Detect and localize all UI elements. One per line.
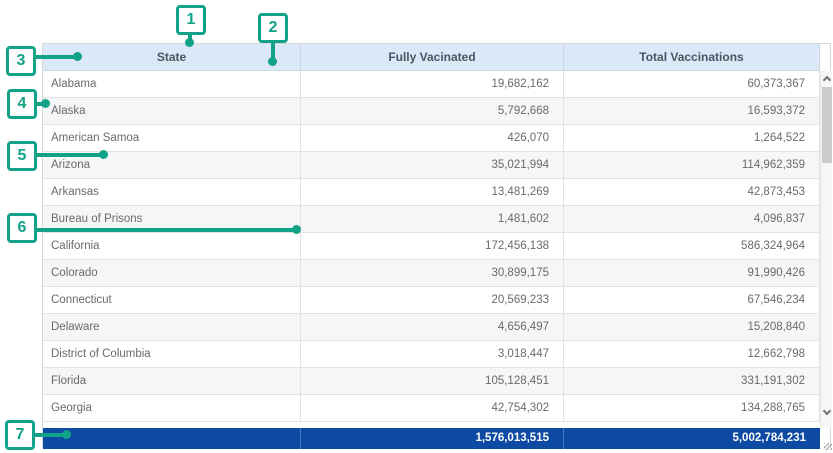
cell-fully-vacinated: 5,792,668: [301, 98, 564, 124]
callout-6: 6: [7, 213, 37, 243]
cell-fully-vacinated: 19,682,162: [301, 71, 564, 97]
table-total-row: 1,576,013,515 5,002,784,231: [43, 428, 820, 449]
callout-2-dot: [268, 57, 277, 66]
cell-total-vaccinations: 67,546,234: [564, 287, 820, 313]
cell-state: Alabama: [43, 71, 301, 97]
table-row[interactable]: Arkansas 13,481,269 42,873,453: [43, 179, 820, 206]
app-canvas: State Fully Vacinated Total Vaccinations…: [0, 0, 833, 453]
cell-fully-vacinated: 20,569,233: [301, 287, 564, 313]
callout-1: 1: [176, 5, 206, 35]
cell-fully-vacinated: 13,481,269: [301, 179, 564, 205]
cell-state: District of Columbia: [43, 341, 301, 367]
table-row[interactable]: Georgia 42,754,302 134,288,765: [43, 395, 820, 422]
callout-7: 7: [5, 420, 35, 450]
cell-fully-vacinated: 1,481,602: [301, 206, 564, 232]
callout-4-dot: [41, 99, 50, 108]
cell-state: Alaska: [43, 98, 301, 124]
cell-total-vaccinations: 12,662,798: [564, 341, 820, 367]
cell-fully-vacinated: 42,754,302: [301, 395, 564, 421]
cell-state: Colorado: [43, 260, 301, 286]
column-header-total-vaccinations[interactable]: Total Vaccinations: [564, 44, 820, 71]
callout-4: 4: [7, 89, 37, 119]
cell-total-vaccinations: 16,593,372: [564, 98, 820, 124]
table-header-row: State Fully Vacinated Total Vaccinations: [43, 44, 820, 71]
callout-5-connector: [35, 153, 101, 157]
cell-fully-vacinated: 426,070: [301, 125, 564, 151]
callout-7-connector: [33, 433, 64, 437]
resize-grip-icon[interactable]: [824, 443, 832, 450]
total-cell-fully-vacinated: 1,576,013,515: [301, 428, 564, 449]
scroll-up-icon[interactable]: [823, 76, 831, 84]
cell-fully-vacinated: 4,656,497: [301, 314, 564, 340]
callout-6-dot: [292, 225, 301, 234]
cell-fully-vacinated: 35,021,994: [301, 152, 564, 178]
cell-total-vaccinations: 134,288,765: [564, 395, 820, 421]
table-row[interactable]: Arizona 35,021,994 114,962,359: [43, 152, 820, 179]
cell-total-vaccinations: 91,990,426: [564, 260, 820, 286]
callout-5-dot: [99, 150, 108, 159]
cell-total-vaccinations: 15,208,840: [564, 314, 820, 340]
callout-3-connector: [34, 55, 76, 59]
cell-total-vaccinations: 60,373,367: [564, 71, 820, 97]
callout-3-dot: [73, 52, 82, 61]
cell-state: Florida: [43, 368, 301, 394]
table-row[interactable]: American Samoa 426,070 1,264,522: [43, 125, 820, 152]
cell-total-vaccinations: 4,096,837: [564, 206, 820, 232]
cell-fully-vacinated: 30,899,175: [301, 260, 564, 286]
callout-7-dot: [62, 430, 71, 439]
table-row[interactable]: District of Columbia 3,018,447 12,662,79…: [43, 341, 820, 368]
cell-state: Georgia: [43, 395, 301, 421]
callout-5: 5: [7, 141, 37, 171]
cell-state: American Samoa: [43, 125, 301, 151]
cell-fully-vacinated: 172,456,138: [301, 233, 564, 259]
callout-1-dot: [185, 38, 194, 47]
table-row[interactable]: Delaware 4,656,497 15,208,840: [43, 314, 820, 341]
cell-total-vaccinations: 331,191,302: [564, 368, 820, 394]
data-table: State Fully Vacinated Total Vaccinations…: [42, 43, 831, 448]
table-row[interactable]: California 172,456,138 586,324,964: [43, 233, 820, 260]
cell-total-vaccinations: 42,873,453: [564, 179, 820, 205]
scroll-down-icon[interactable]: [823, 407, 831, 415]
table-row[interactable]: Colorado 30,899,175 91,990,426: [43, 260, 820, 287]
vertical-scrollbar[interactable]: [820, 71, 832, 428]
callout-3: 3: [6, 46, 36, 76]
cell-state: Arkansas: [43, 179, 301, 205]
cell-state: California: [43, 233, 301, 259]
cell-state: Connecticut: [43, 287, 301, 313]
cell-total-vaccinations: 586,324,964: [564, 233, 820, 259]
table-row[interactable]: Connecticut 20,569,233 67,546,234: [43, 287, 820, 314]
cell-total-vaccinations: 114,962,359: [564, 152, 820, 178]
callout-2: 2: [258, 13, 288, 43]
callout-6-connector: [35, 228, 294, 232]
column-header-fully-vacinated[interactable]: Fully Vacinated: [301, 44, 564, 71]
cell-fully-vacinated: 105,128,451: [301, 368, 564, 394]
table-row[interactable]: Alaska 5,792,668 16,593,372: [43, 98, 820, 125]
cell-total-vaccinations: 1,264,522: [564, 125, 820, 151]
table-row[interactable]: Alabama 19,682,162 60,373,367: [43, 71, 820, 98]
total-cell-total-vaccinations: 5,002,784,231: [564, 428, 820, 449]
scrollbar-thumb[interactable]: [822, 87, 832, 163]
table-body: Alabama 19,682,162 60,373,367 Alaska 5,7…: [43, 71, 820, 422]
cell-state: Delaware: [43, 314, 301, 340]
table-row[interactable]: Florida 105,128,451 331,191,302: [43, 368, 820, 395]
cell-fully-vacinated: 3,018,447: [301, 341, 564, 367]
total-cell-state: [43, 428, 301, 449]
